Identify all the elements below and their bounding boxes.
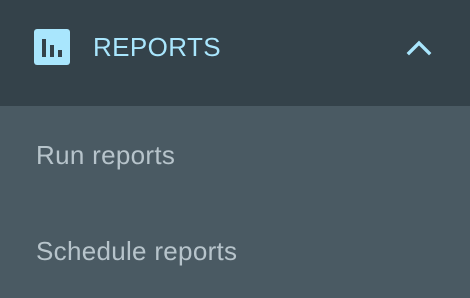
reports-menu-header[interactable]: REPORTS bbox=[0, 0, 470, 106]
reports-menu-title: REPORTS bbox=[93, 32, 222, 62]
bar-chart-icon bbox=[34, 29, 70, 65]
submenu-item-schedule-reports[interactable]: Schedule reports bbox=[0, 202, 470, 298]
reports-menu: REPORTS Run reports Schedule reports bbox=[0, 0, 470, 298]
submenu-item-run-reports[interactable]: Run reports bbox=[0, 106, 470, 202]
chevron-up-icon[interactable] bbox=[404, 34, 434, 60]
submenu-item-label: Schedule reports bbox=[36, 236, 238, 266]
submenu-item-label: Run reports bbox=[36, 140, 176, 170]
reports-submenu: Run reports Schedule reports bbox=[0, 106, 470, 298]
